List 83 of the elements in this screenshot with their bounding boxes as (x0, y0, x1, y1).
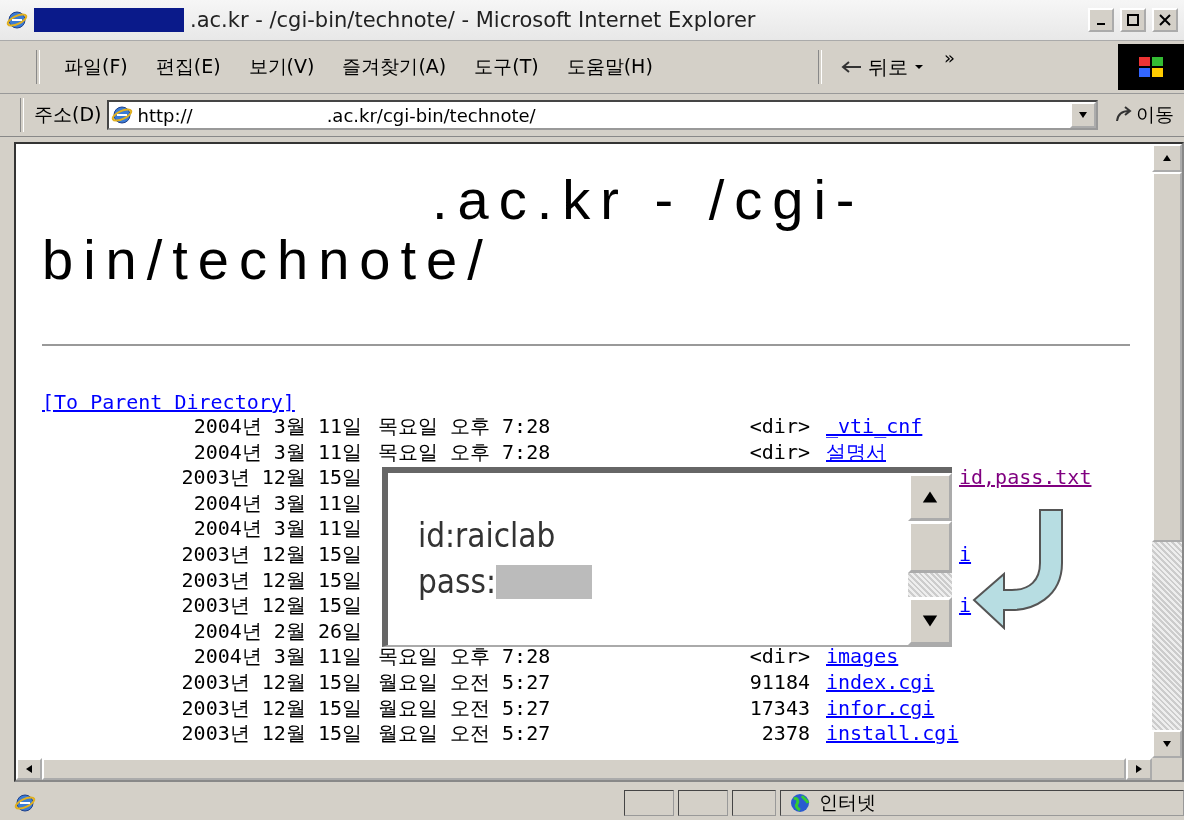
file-link[interactable]: i (959, 593, 972, 618)
size-text: <dir> (748, 414, 810, 440)
time-text: 월요일 오전 5:27 (378, 669, 552, 696)
date-text: 2003년 12월 15일 (180, 593, 362, 619)
windows-logo (1118, 44, 1184, 90)
zone-text: 인터넷 (819, 790, 876, 815)
globe-icon (789, 792, 811, 814)
address-label: 주소(D) (34, 102, 102, 127)
date-text: 2004년 3월 11일 (192, 516, 362, 542)
close-icon (1159, 14, 1171, 26)
file-link[interactable]: install.cgi (826, 721, 959, 746)
date-text: 2004년 3월 11일 (192, 414, 362, 440)
file-link[interactable]: i (959, 541, 972, 566)
date-text: 2003년 12월 15일 (180, 567, 362, 594)
scrollbar-corner (1152, 758, 1182, 780)
left-arrow-icon (24, 764, 34, 774)
size-text: 17343 (748, 695, 810, 722)
close-button[interactable] (1152, 8, 1178, 32)
file-link[interactable]: id,pass.txt (959, 465, 1092, 490)
date-text: 2003년 12월 15일 (180, 541, 362, 568)
scroll-down-button[interactable] (1152, 730, 1182, 758)
date-text: 2004년 3월 11일 (192, 644, 362, 670)
time-text: 목요일 오후 7:28 (378, 439, 552, 466)
date-text: 2003년 12월 15일 (180, 721, 362, 747)
file-link[interactable]: _vti_cnf (826, 414, 923, 438)
time-text: 목요일 오후 7:28 (378, 644, 552, 670)
scroll-thumb[interactable] (42, 758, 1126, 780)
address-field[interactable]: http:// .ac.kr/cgi-bin/technote/ (107, 100, 1098, 130)
time-text: 월요일 오전 5:27 (378, 695, 552, 722)
page-icon (111, 104, 134, 126)
caret-icon (1078, 110, 1088, 120)
scroll-thumb[interactable] (1152, 172, 1182, 542)
status-pane (678, 790, 728, 816)
menu-item[interactable]: 즐겨찾기(A) (328, 50, 461, 84)
scroll-thumb[interactable] (908, 521, 952, 573)
date-text: 2003년 12월 15일 (180, 669, 362, 696)
maximize-button[interactable] (1120, 8, 1146, 32)
menu-item[interactable]: 편집(E) (141, 50, 235, 84)
file-link[interactable]: infor.cgi (826, 695, 935, 720)
time-text: 목요일 오후 7:28 (378, 414, 552, 440)
size-text: <dir> (748, 439, 810, 466)
page-icon (14, 792, 36, 814)
size-text: <dir> (748, 644, 810, 670)
minimize-button[interactable] (1088, 8, 1114, 32)
menu-item[interactable]: 파일(F) (50, 50, 142, 84)
time-text: 월요일 오전 5:27 (378, 721, 552, 747)
pass-label: pass: (418, 561, 496, 603)
scroll-down-button[interactable] (908, 597, 952, 645)
scroll-left-button[interactable] (16, 758, 42, 780)
date-text: 2004년 3월 11일 (192, 490, 362, 517)
right-arrow-icon (1134, 764, 1144, 774)
go-button[interactable]: 이동 (1104, 102, 1184, 128)
dropdown-button[interactable] (1070, 102, 1096, 128)
more-button[interactable]: » (931, 47, 967, 68)
status-pane (732, 790, 776, 816)
parent-directory-link[interactable]: [To Parent Directory] (42, 390, 295, 414)
size-text: 91184 (748, 669, 810, 696)
window-title: .ac.kr - /cgi-bin/technote/ - Microsoft Internet Explorer (190, 8, 757, 32)
date-text: 2004년 2월 26일 (192, 618, 362, 645)
back-arrow-icon (839, 60, 862, 74)
date-text: 2003년 12월 15일 (180, 695, 362, 722)
scroll-up-button[interactable] (908, 473, 952, 521)
caret-icon (913, 62, 924, 72)
status-pane (624, 790, 674, 816)
page-heading: .ac.kr - /cgi-bin/technote/ (42, 170, 866, 290)
menu-item[interactable]: 도구(T) (460, 50, 553, 84)
id-text: id:raiclab (418, 515, 556, 557)
file-link[interactable]: 설명서 (826, 439, 886, 464)
browser-icon (6, 9, 28, 31)
maximize-icon (1127, 14, 1139, 26)
down-arrow-icon (1162, 739, 1172, 749)
size-text: 2378 (760, 721, 810, 747)
back-button[interactable]: 뒤로 (831, 49, 932, 85)
scroll-up-button[interactable] (1152, 144, 1182, 172)
up-arrow-icon (1162, 153, 1172, 163)
scroll-right-button[interactable] (1126, 758, 1152, 780)
menu-item[interactable]: 도움말(H) (552, 50, 667, 84)
file-link[interactable]: images (826, 644, 899, 669)
menu-item[interactable]: 보기(V) (234, 50, 329, 84)
date-text: 2004년 3월 11일 (192, 439, 362, 466)
file-link[interactable]: index.cgi (826, 669, 935, 694)
date-text: 2003년 12월 15일 (180, 465, 362, 491)
minimize-icon (1097, 23, 1105, 25)
